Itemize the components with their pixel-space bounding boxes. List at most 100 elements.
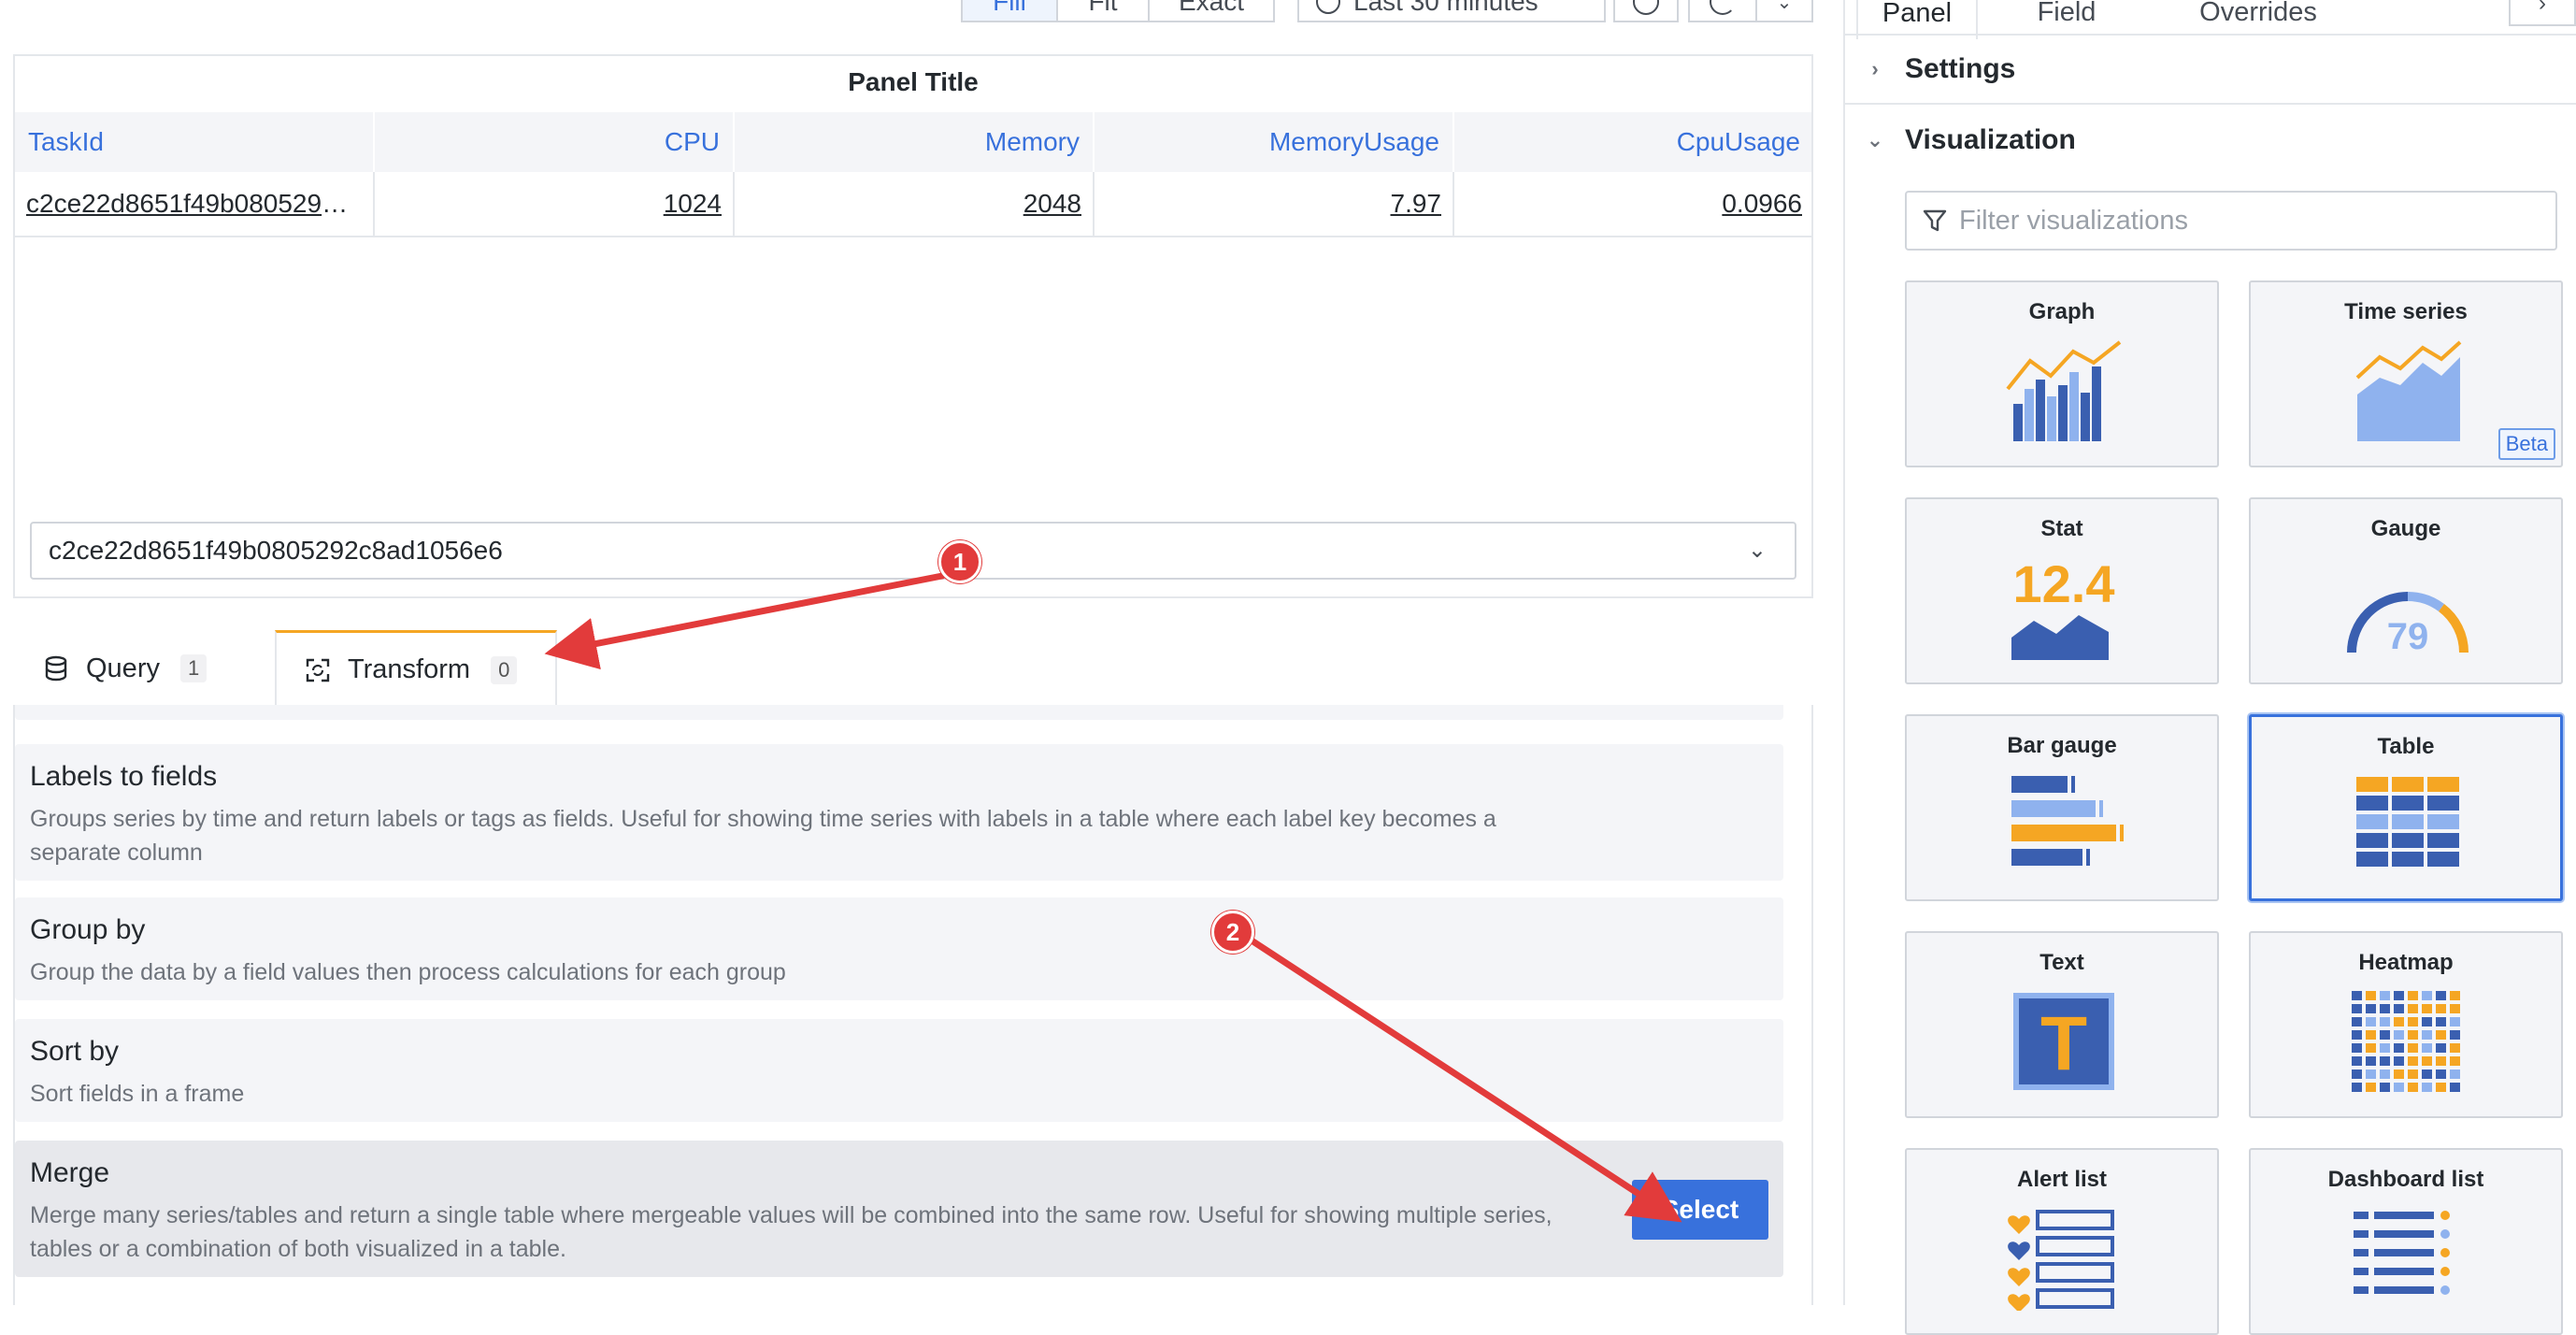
alert-list-icon (2008, 1210, 2114, 1311)
viz-name: Text (2039, 950, 2084, 975)
chevron-right-icon: › (2539, 0, 2546, 16)
viz-stat[interactable]: Stat 12.4 (1905, 497, 2219, 684)
viz-bar-gauge[interactable]: Bar gauge (1905, 714, 2219, 901)
viz-heatmap[interactable]: Heatmap (2249, 931, 2563, 1118)
heatmap-cell (2422, 991, 2432, 1000)
graph-icon (2006, 340, 2122, 441)
heatmap-cell (2436, 1083, 2446, 1092)
heatmap-cell (2436, 1004, 2446, 1013)
heatmap-cell (2436, 1056, 2446, 1066)
heatmap-cell (2394, 991, 2404, 1000)
tab-query-count: 1 (179, 654, 208, 682)
heatmap-cell (2366, 1043, 2376, 1053)
panel-title: Panel Title (848, 67, 979, 96)
tab-transform[interactable]: Transform 0 (275, 630, 557, 707)
list-item[interactable] (15, 705, 1783, 720)
frame-select[interactable]: c2ce22d8651f49b0805292c8ad1056e6 ⌄ (30, 522, 1796, 580)
bar-gauge-icon (2011, 776, 2124, 866)
filter-icon (1923, 209, 1947, 232)
heatmap-cell (2436, 1043, 2446, 1053)
column-header-taskid[interactable]: TaskId (15, 112, 375, 172)
heatmap-cell (2394, 1069, 2404, 1079)
section-title: Settings (1905, 53, 2016, 84)
viz-name: Graph (2028, 299, 2096, 324)
dashboard-list-icon (2354, 1211, 2450, 1295)
gauge-value: 79 (2387, 616, 2429, 657)
table-cell[interactable]: c2ce22d8651f49b0805292c8ad1056e6 (15, 172, 375, 236)
heatmap-icon (2352, 991, 2460, 1092)
time-range-picker[interactable]: Last 30 minutes (1297, 0, 1606, 22)
table-icon (2356, 777, 2459, 867)
table-cell[interactable]: 1024 (375, 172, 735, 236)
section-visualization[interactable]: ⌄ Visualization (1845, 105, 2576, 176)
beta-badge: Beta (2497, 428, 2555, 460)
heatmap-cell (2366, 1017, 2376, 1026)
heatmap-cell (2352, 1030, 2362, 1040)
transform-name: Labels to fields (30, 761, 218, 792)
heatmap-cell (2352, 1056, 2362, 1066)
column-header-cpuusage[interactable]: CpuUsage (1454, 112, 1813, 172)
tab-query-label: Query (86, 653, 160, 683)
exact-button[interactable]: Exact (1148, 0, 1275, 22)
heatmap-cell (2366, 1004, 2376, 1013)
transform-description: Groups series by time and return labels … (30, 806, 1496, 866)
transform-sort-by[interactable]: Sort by Sort fields in a frame (15, 1019, 1783, 1122)
tab-transform-count: 0 (491, 655, 518, 684)
text-glyph: T (2040, 1001, 2087, 1086)
zoom-out-icon (1633, 0, 1659, 15)
heatmap-cell (2408, 1030, 2418, 1040)
transform-name: Merge (30, 1157, 110, 1188)
tab-transform-label: Transform (348, 654, 471, 684)
heatmap-cell (2394, 1043, 2404, 1053)
viz-gauge[interactable]: Gauge 79 (2249, 497, 2563, 684)
viz-name: Alert list (2016, 1167, 2108, 1192)
table-cell[interactable]: 0.0966 (1454, 172, 1813, 236)
transform-name: Sort by (30, 1036, 120, 1067)
heatmap-cell (2380, 1083, 2390, 1092)
viz-alert-list[interactable]: Alert list (1905, 1148, 2219, 1335)
heatmap-cell (2450, 1017, 2460, 1026)
select-button[interactable]: Select (1632, 1180, 1768, 1240)
heatmap-cell (2394, 1004, 2404, 1013)
heatmap-cell (2380, 991, 2390, 1000)
section-settings[interactable]: › Settings (1845, 34, 2576, 105)
heatmap-cell (2352, 1069, 2362, 1079)
heatmap-cell (2352, 991, 2362, 1000)
viz-table[interactable]: Table (2249, 714, 2563, 901)
viz-text[interactable]: Text T (1905, 931, 2219, 1118)
fill-button[interactable]: Fill (961, 0, 1058, 22)
heatmap-cell (2394, 1017, 2404, 1026)
heatmap-cell (2408, 1004, 2418, 1013)
viz-graph[interactable]: Graph (1905, 280, 2219, 467)
column-header-memory[interactable]: Memory (735, 112, 1095, 172)
filter-visualizations-input[interactable]: Filter visualizations (1905, 191, 2557, 251)
transform-group-by[interactable]: Group by Group the data by a field value… (15, 897, 1783, 1000)
viz-dashboard-list[interactable]: Dashboard list (2249, 1148, 2563, 1335)
viz-name: Gauge (2370, 516, 2441, 541)
table-cell[interactable]: 2048 (735, 172, 1095, 236)
refresh-interval-button[interactable]: ⌄ (1755, 0, 1813, 22)
heatmap-cell (2380, 1069, 2390, 1079)
transform-description: Sort fields in a frame (30, 1081, 245, 1107)
heatmap-cell (2450, 1083, 2460, 1092)
heatmap-cell (2366, 1083, 2376, 1092)
table-cell[interactable]: 7.97 (1095, 172, 1454, 236)
column-header-memoryusage[interactable]: MemoryUsage (1095, 112, 1454, 172)
clock-icon (1316, 0, 1340, 14)
transform-labels-to-fields[interactable]: Labels to fields Groups series by time a… (15, 744, 1783, 881)
collapse-pane-button[interactable]: › (2509, 0, 2576, 26)
fit-button[interactable]: Fit (1056, 0, 1150, 22)
heatmap-cell (2436, 1017, 2446, 1026)
column-header-cpu[interactable]: CPU (375, 112, 735, 172)
transform-merge[interactable]: Merge Merge many series/tables and retur… (15, 1141, 1783, 1277)
viz-name: Dashboard list (2327, 1167, 2484, 1192)
heatmap-cell (2436, 991, 2446, 1000)
transform-description: Group the data by a field values then pr… (30, 959, 786, 985)
tab-query[interactable]: Query 1 (13, 630, 275, 707)
zoom-out-button[interactable] (1613, 0, 1679, 22)
viz-name: Stat (2040, 516, 2083, 541)
viz-time-series[interactable]: Time series Beta (2249, 280, 2563, 467)
viz-name: Time series (2344, 299, 2468, 324)
heatmap-cell (2450, 1043, 2460, 1053)
refresh-button[interactable] (1688, 0, 1757, 22)
